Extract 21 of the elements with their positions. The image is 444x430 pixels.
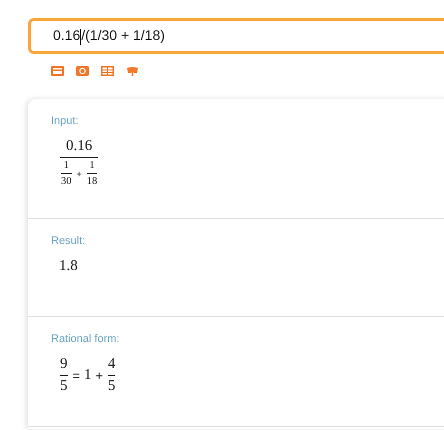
math-number: 30 — [61, 176, 72, 187]
pod-title: Input: — [51, 115, 79, 127]
math-number: 5 — [108, 378, 116, 395]
math-symbol: = — [72, 368, 80, 383]
math-number: 4 — [108, 356, 116, 373]
pod-title: Rational form: — [51, 333, 120, 345]
math-symbol: + — [95, 368, 103, 383]
math-number: 1 — [89, 160, 95, 171]
math-number: 5 — [60, 378, 68, 395]
math-number: 1.8 — [59, 258, 78, 275]
camera-icon[interactable] — [76, 66, 89, 76]
table-icon[interactable] — [101, 66, 114, 76]
keyboard-icon[interactable] — [51, 66, 64, 76]
query-field[interactable]: 0.16/(1/30 + 1/18) — [28, 18, 444, 54]
math-number: 9 — [60, 356, 68, 373]
math-number: 0.16 — [66, 138, 92, 155]
math-number: 1 — [64, 160, 69, 171]
math-number: 1 — [84, 367, 92, 384]
math-symbol: + — [76, 168, 82, 178]
math-number: 18 — [86, 176, 98, 187]
pod-title: Result: — [51, 235, 86, 247]
